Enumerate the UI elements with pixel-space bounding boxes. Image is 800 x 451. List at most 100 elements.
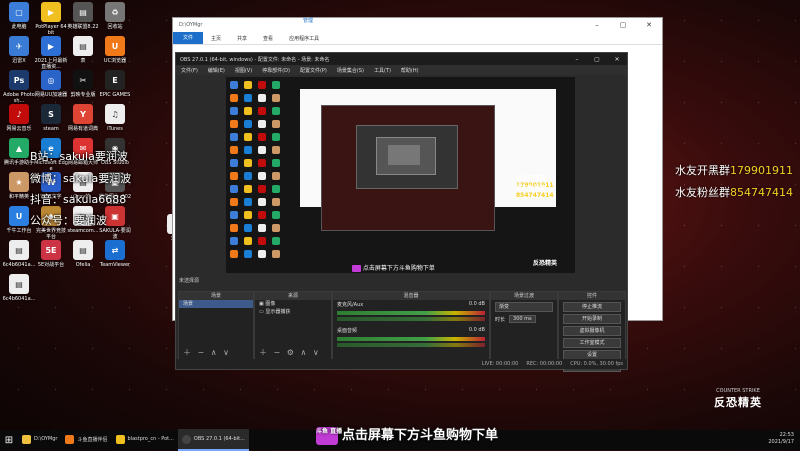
- close-button[interactable]: ✕: [636, 21, 662, 29]
- tab-share[interactable]: 共享: [229, 35, 255, 42]
- desktop-icon[interactable]: Ssteam: [34, 104, 68, 132]
- app-icon: ▶: [41, 36, 61, 56]
- taskbar-item-potplayer[interactable]: blastpro_cn - Pot...: [112, 429, 178, 451]
- desktop-icon[interactable]: 5E 5E对战平台: [34, 240, 68, 268]
- desktop-icon[interactable]: ◎ 网易UU加速器: [34, 70, 68, 98]
- maximize-button[interactable]: ▢: [610, 21, 636, 29]
- desktop-volume-meter[interactable]: [337, 337, 485, 341]
- desktop-icon[interactable]: ▢ 此电脑: [2, 2, 36, 30]
- desktop-icon[interactable]: E EPIC GAMES: [98, 70, 132, 98]
- scenes-dock: 场景 场景 ＋ − ∧ ∨: [178, 291, 254, 361]
- desktop-icon[interactable]: ⇄ TeamViewer: [98, 240, 132, 268]
- start-recording-button[interactable]: 开始录制: [563, 314, 621, 324]
- minimize-button[interactable]: –: [567, 56, 587, 63]
- menu-help[interactable]: 帮助(H): [396, 67, 424, 74]
- desktop-icon[interactable]: ▶ PotPlayer 64 bit: [34, 2, 68, 36]
- preview-mini-icon: [272, 224, 280, 232]
- desktop-icon[interactable]: Y 网易有道词典: [66, 104, 100, 132]
- tab-view[interactable]: 查看: [255, 35, 281, 42]
- desktop-icon[interactable]: ✈ 迅雷X: [2, 36, 36, 64]
- minimize-button[interactable]: –: [584, 21, 610, 29]
- douyu-live-logo-icon: 斗鱼 直播: [316, 426, 342, 445]
- obs-titlebar[interactable]: OBS 27.0.1 (64-bit, windows) - 配置文件: 未命名…: [176, 53, 627, 65]
- preview-mini-icon: [258, 159, 266, 167]
- close-button[interactable]: ✕: [607, 56, 627, 63]
- desktop-icon-label: 6c4b6041a...: [2, 262, 36, 268]
- windows-start-icon[interactable]: ⊞: [0, 435, 18, 446]
- mic-volume-meter[interactable]: [337, 311, 485, 315]
- app-icon: ★: [9, 172, 29, 192]
- preview-mini-icon: [244, 133, 252, 141]
- preview-mini-icon: [258, 120, 266, 128]
- menu-tools[interactable]: 工具(T): [369, 67, 396, 74]
- bottom-banner: 斗鱼 直播点击屏幕下方斗鱼购物下单: [316, 426, 499, 445]
- desktop-icon[interactable]: ▤ 表: [66, 36, 100, 64]
- scenes-dock-toolbar[interactable]: ＋ − ∧ ∨: [183, 347, 231, 358]
- taskbar-item-explorer[interactable]: D:\OYMgr: [18, 429, 61, 451]
- studio-mode-button[interactable]: 工作室模式: [563, 338, 621, 348]
- preview-nested-obs-4: [388, 145, 420, 165]
- preview-mini-icon: [244, 159, 252, 167]
- menu-edit[interactable]: 编辑(E): [203, 67, 230, 74]
- transitions-dock: 场景过渡 渐变 时长 300 ms: [490, 291, 558, 361]
- desktop-icon[interactable]: U UC浏览器: [98, 36, 132, 64]
- no-source-selected-label: 未选择源: [179, 278, 200, 284]
- app-icon: ⇄: [105, 240, 125, 260]
- desktop-icon-label: SAKULA-要润波: [99, 228, 131, 240]
- mic-volume-slider[interactable]: [337, 317, 485, 321]
- manage-label: 管理: [303, 18, 314, 24]
- menu-profile[interactable]: 配置文件(P): [295, 67, 332, 74]
- desktop-icon[interactable]: ▤ Ofelia: [66, 240, 100, 268]
- explorer-titlebar[interactable]: D:\OYMgr – ▢ ✕: [173, 18, 662, 32]
- maximize-button[interactable]: ▢: [587, 56, 607, 63]
- desktop-icon[interactable]: ♫ iTunes: [98, 104, 132, 132]
- menu-file[interactable]: 文件(F): [176, 67, 203, 74]
- taskbar-item-douyu[interactable]: 斗鱼直播伴侣: [61, 429, 111, 451]
- menu-scene-collection[interactable]: 场景集合(S): [332, 67, 369, 74]
- desktop-icon[interactable]: ♪ 网易云音乐: [2, 104, 36, 132]
- virtual-camera-button[interactable]: 虚拟摄像机: [563, 326, 621, 336]
- obs-icon: [181, 434, 191, 444]
- desktop-icon[interactable]: Ps Adobe Photosh...: [2, 70, 36, 104]
- menu-docks[interactable]: 停靠部件(D): [257, 67, 295, 74]
- preview-mini-icon: [272, 159, 280, 167]
- preview-mini-icon: [258, 107, 266, 115]
- explorer-ribbon: 文件 主页 共享 查看 应用程序工具: [173, 32, 662, 45]
- preview-mini-icon: [230, 198, 238, 206]
- desktop-icon[interactable]: ♻ 回收站: [98, 2, 132, 30]
- transition-type-select[interactable]: 渐变: [495, 302, 553, 312]
- preview-mini-icon: [244, 172, 252, 180]
- desktop-icon[interactable]: ▤ 6c4b6041a...: [2, 240, 36, 268]
- cpu-status: CPU: 0.0%, 30.00 fps: [570, 361, 623, 367]
- source-item-display-capture[interactable]: ▭ 显示器捕获: [255, 308, 331, 316]
- desktop-volume-slider[interactable]: [337, 343, 485, 347]
- obs-preview[interactable]: 水友开黑群179901911 水友粉丝群854747414 点击屏幕下方斗鱼购物…: [226, 77, 575, 273]
- app-icon: ▤: [9, 274, 29, 294]
- desktop-icon-label: 回收站: [107, 24, 123, 30]
- menu-view[interactable]: 视图(V): [230, 67, 257, 74]
- app-icon: E: [105, 70, 125, 90]
- preview-banner: 点击屏幕下方斗鱼购物下单: [352, 263, 435, 272]
- source-item-image[interactable]: ▣ 图像: [255, 300, 331, 308]
- clock-date: 2021/9/17: [768, 439, 794, 445]
- desktop-icon[interactable]: ▤ 6c4b6041a...: [2, 274, 36, 302]
- desktop-icon[interactable]: ▶ 2021上月最新直播资...: [34, 36, 68, 70]
- preview-mini-icon: [230, 237, 238, 245]
- tab-file[interactable]: 文件: [173, 32, 204, 44]
- preview-mini-icon: [258, 172, 266, 180]
- system-clock[interactable]: 22:53 2021/9/17: [768, 432, 794, 446]
- tab-home[interactable]: 主页: [203, 35, 229, 42]
- scene-item[interactable]: 场景: [179, 300, 253, 308]
- app-icon: ▤: [73, 240, 93, 260]
- preview-mini-icon: [272, 172, 280, 180]
- sources-dock-toolbar[interactable]: ＋ − ⚙ ∧ ∨: [259, 347, 321, 358]
- desktop-icon[interactable]: ✂ 剪映专业版: [66, 70, 100, 98]
- desktop-icon[interactable]: ▤ 英雄联盟8.22: [66, 2, 100, 30]
- tab-app-tools[interactable]: 应用程序工具: [281, 35, 327, 42]
- taskbar-item-obs[interactable]: OBS 27.0.1 (64-bit...: [177, 429, 249, 451]
- preview-mini-icon: [230, 120, 238, 128]
- stop-streaming-button[interactable]: 停止推流: [563, 302, 621, 312]
- transition-duration-input[interactable]: 300 ms: [509, 315, 536, 323]
- preview-mini-icon: [244, 237, 252, 245]
- obs-window[interactable]: OBS 27.0.1 (64-bit, windows) - 配置文件: 未命名…: [175, 52, 628, 372]
